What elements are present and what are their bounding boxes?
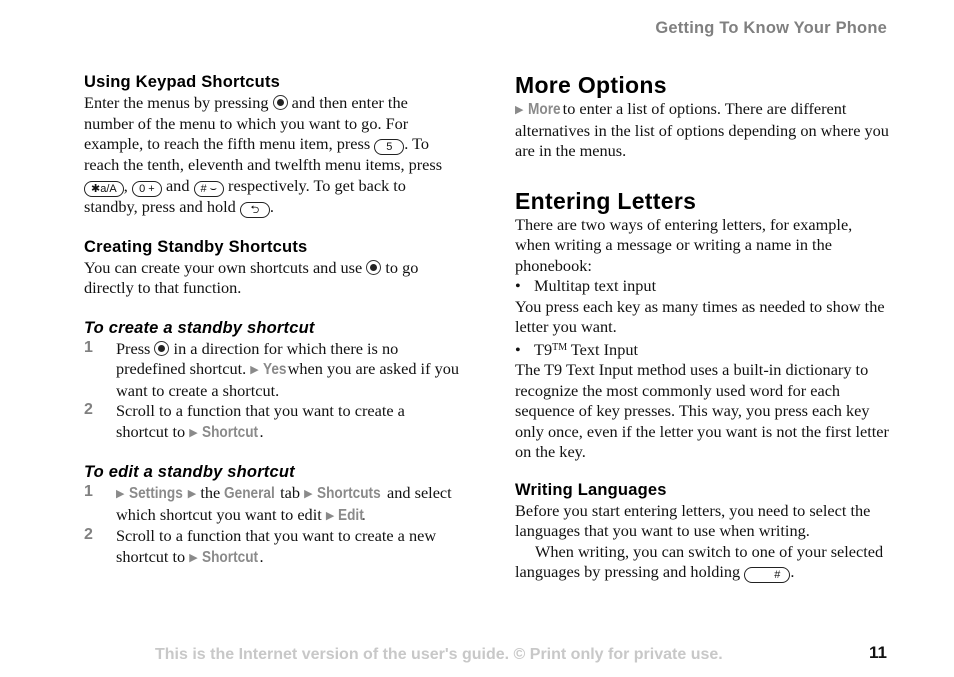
menu-ref-general: General: [224, 485, 276, 502]
step-item: 1 Press in a direction for which there i…: [84, 339, 459, 402]
text: Scroll to a function that you want to cr…: [116, 526, 437, 566]
text: tab: [280, 483, 300, 502]
text: Multitap text input: [534, 276, 657, 295]
menu-arrow-icon: ▶: [116, 487, 125, 500]
writing-languages-paragraph-1: Before you start entering letters, you n…: [515, 500, 871, 541]
menu-arrow-icon: ▶: [189, 425, 198, 439]
key-zero-icon: 0 +: [131, 180, 162, 197]
footer-notice: This is the Internet version of the user…: [155, 646, 723, 663]
step-item: 2 Scroll to a function that you want to …: [84, 401, 459, 443]
bullet-icon: •: [515, 339, 521, 359]
section-title-writing-languages: Writing Languages: [515, 480, 667, 499]
right-column: More Options ▶ More to enter a list of o…: [515, 72, 890, 583]
t9-description: The T9 Text Input method uses a built-in…: [515, 360, 889, 461]
step-number: 2: [84, 401, 93, 418]
menu-ref-shortcut: Shortcut: [201, 423, 258, 441]
text: to enter a list of options. There are di…: [515, 99, 889, 160]
writing-languages-paragraph-2: When writing, you can switch to one of y…: [515, 541, 890, 583]
text: .: [269, 196, 274, 216]
keypad-shortcuts-paragraph: Enter the menus by pressing and then ent…: [84, 93, 443, 218]
section-title-standby-shortcuts: Creating Standby Shortcuts: [84, 237, 308, 256]
left-column: Using Keypad Shortcuts Enter the menus b…: [84, 72, 459, 568]
text: Text Input: [567, 339, 639, 359]
text: Enter the menus by pressing: [84, 93, 269, 112]
text: .: [259, 546, 264, 566]
key-hash-icon: # ⌣: [193, 180, 224, 197]
navigation-key-icon: [366, 259, 382, 275]
menu-ref-yes: Yes: [262, 361, 287, 378]
bullet-t9: • T9TM Text Input: [515, 338, 890, 361]
menu-ref-settings: Settings: [128, 485, 183, 502]
menu-arrow-icon: ▶: [304, 487, 313, 500]
running-header: Getting To Know Your Phone: [655, 19, 887, 37]
standby-shortcuts-paragraph: You can create your own shortcuts and us…: [84, 258, 459, 299]
bullet-icon: •: [515, 276, 521, 295]
multitap-description: You press each key as many times as need…: [515, 296, 885, 337]
navigation-key-icon: [154, 340, 170, 356]
text: and: [165, 175, 190, 195]
text: When writing, you can switch to one of y…: [515, 541, 884, 582]
menu-ref-shortcuts: Shortcuts: [316, 485, 381, 502]
key-5-icon: 5: [374, 139, 405, 155]
step-item: 1 ▶ Settings ▶ the General tab ▶ Shortcu…: [84, 483, 459, 526]
back-key-icon: ⮌: [239, 201, 270, 218]
menu-ref-more: More: [527, 101, 561, 118]
entering-letters-intro: There are two ways of entering letters, …: [515, 214, 853, 275]
subsection-title-edit-shortcut: To edit a standby shortcut: [84, 463, 295, 481]
menu-arrow-icon: ▶: [250, 363, 259, 376]
step-item: 2 Scroll to a function that you want to …: [84, 526, 459, 568]
text: the: [200, 483, 221, 502]
menu-arrow-icon: ▶: [187, 487, 197, 500]
text: Press: [116, 338, 151, 358]
menu-ref-edit: Edit: [338, 506, 365, 524]
key-star-icon: ✱a/A: [84, 180, 124, 197]
page-number: 11: [869, 643, 887, 662]
section-title-entering-letters: Entering Letters: [515, 187, 697, 214]
menu-arrow-icon: ▶: [325, 508, 335, 522]
menu-arrow-icon: ▶: [189, 550, 198, 564]
text: .: [259, 421, 264, 441]
text: You can create your own shortcuts and us…: [84, 257, 363, 277]
subsection-title-create-shortcut: To create a standby shortcut: [84, 318, 315, 337]
text: T9: [534, 339, 553, 359]
step-number: 1: [84, 338, 93, 356]
trademark: TM: [552, 341, 568, 353]
more-options-paragraph: ▶ More to enter a list of options. There…: [515, 99, 890, 162]
section-title-more-options: More Options: [515, 72, 667, 98]
bullet-multitap: • Multitap text input: [515, 276, 890, 297]
text: .: [790, 562, 795, 581]
step-number: 1: [84, 483, 93, 500]
section-title-keypad-shortcuts: Using Keypad Shortcuts: [84, 73, 281, 91]
step-number: 2: [84, 526, 93, 543]
menu-arrow-icon: ▶: [515, 103, 524, 116]
key-hash-icon: #: [744, 567, 791, 583]
navigation-key-icon: [272, 95, 288, 110]
menu-ref-shortcut: Shortcut: [201, 548, 258, 566]
